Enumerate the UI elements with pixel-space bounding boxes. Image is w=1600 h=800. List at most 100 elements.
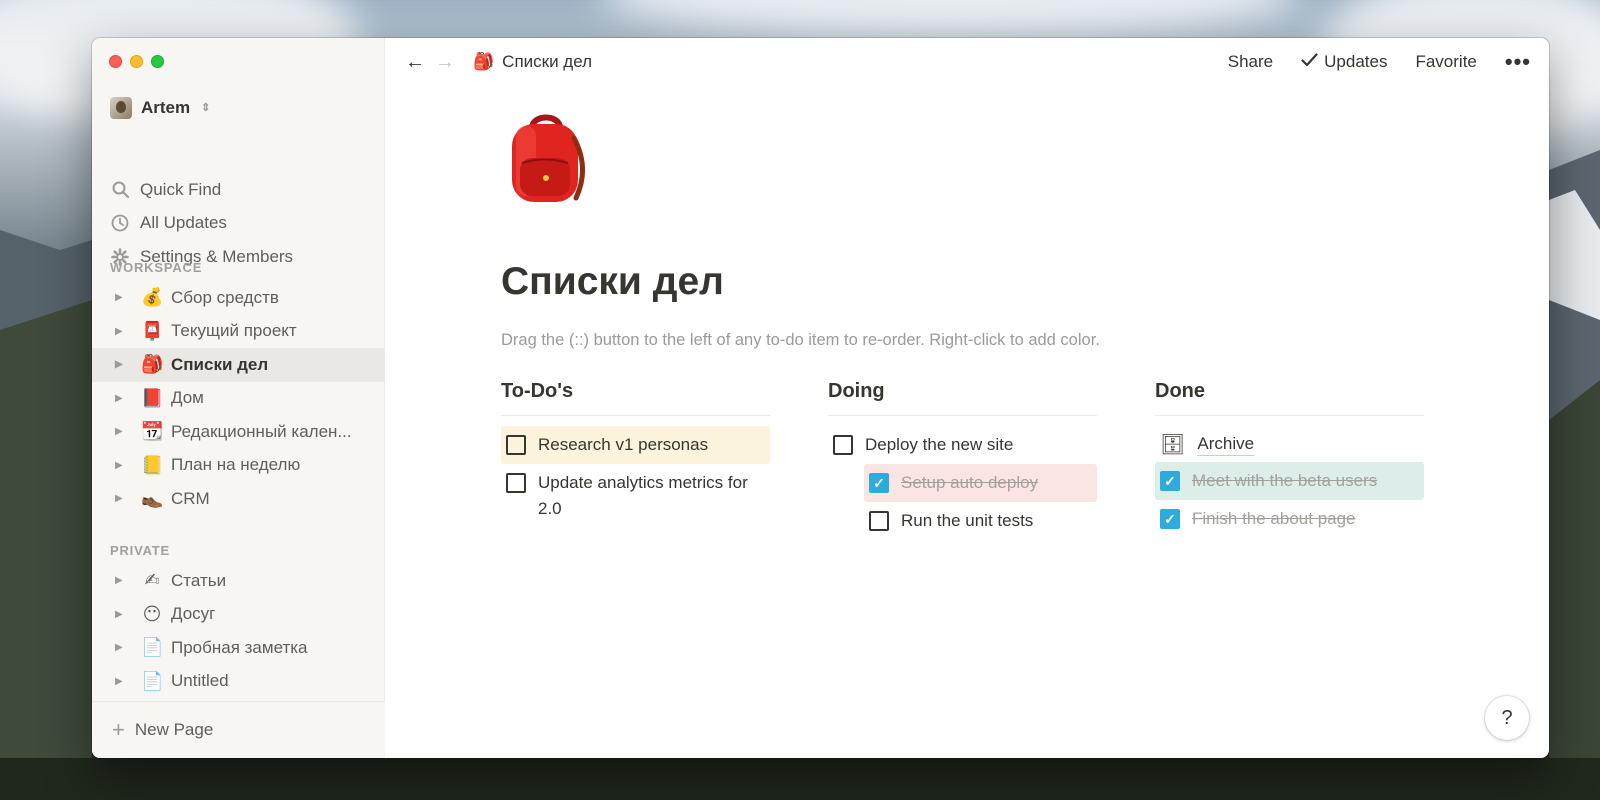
expand-triangle-icon[interactable]: ▶ [115, 393, 129, 404]
writing-hand-icon: ✍ [144, 570, 160, 592]
sidebar-item-label: CRM [171, 488, 210, 508]
todo-text[interactable]: Run the unit tests [901, 508, 1033, 534]
all-updates-button[interactable]: All Updates [110, 207, 372, 241]
forward-arrow-icon[interactable]: → [435, 52, 455, 72]
expand-triangle-icon[interactable]: ▶ [115, 676, 129, 687]
checkbox[interactable] [506, 435, 526, 455]
private-section-label: PRIVATE [110, 543, 171, 558]
workspace-name: Artem [141, 98, 191, 117]
page-backpack-icon[interactable] [502, 108, 590, 208]
new-page-button[interactable]: + New Page [92, 701, 385, 758]
file-cabinet-icon: 🗄 [1160, 432, 1186, 456]
checkbox-checked[interactable]: ✓ [869, 473, 889, 493]
document-icon: 📄 [141, 670, 164, 692]
checkbox[interactable] [869, 511, 889, 531]
postbox-icon: 📮 [141, 320, 164, 342]
todo-text[interactable]: Update analytics metrics for 2.0 [538, 470, 765, 522]
quick-find-button[interactable]: Quick Find [110, 173, 372, 207]
sidebar-item-probnaya-zametka[interactable]: ▶ 📄 Пробная заметка [92, 631, 385, 665]
document-icon: 📄 [141, 637, 164, 659]
todo-item[interactable]: ✓ Meet with the beta users [1155, 462, 1424, 500]
sidebar-item-sbor-sredstv[interactable]: ▶ 💰 Сбор средств [92, 281, 385, 315]
sidebar-item-label: Статьи [171, 570, 227, 590]
todo-columns: To-Do's Research v1 personas Update anal… [501, 380, 1424, 540]
workspace-section-label: WORKSPACE [110, 260, 203, 275]
updates-button[interactable]: Updates [1301, 52, 1387, 72]
expand-triangle-icon[interactable]: ▶ [115, 326, 129, 337]
sidebar-item-spiski-del[interactable]: ▶ 🎒 Списки дел [92, 348, 385, 382]
quick-find-label: Quick Find [140, 179, 222, 199]
column-done: Done 🗄 Archive ✓ Meet with the beta user… [1155, 380, 1424, 540]
sidebar-item-redaktsionnyy-kalendar[interactable]: ▶ 📆 Редакционный кален... [92, 415, 385, 449]
sidebar-item-label: Пробная заметка [171, 637, 308, 657]
plus-icon: + [112, 717, 125, 742]
close-window-button[interactable] [109, 55, 122, 68]
checkbox-checked[interactable]: ✓ [1160, 471, 1180, 491]
maximize-window-button[interactable] [151, 55, 164, 68]
todo-item[interactable]: Update analytics metrics for 2.0 [501, 464, 770, 528]
todo-item[interactable]: ✓ Finish the about page [1155, 500, 1424, 538]
sidebar-item-tekushiy-proekt[interactable]: ▶ 📮 Текущий проект [92, 315, 385, 349]
archive-page-link[interactable]: 🗄 Archive [1155, 426, 1424, 462]
face-icon: 😶 [142, 603, 162, 625]
favorite-button[interactable]: Favorite [1415, 52, 1476, 72]
todo-item[interactable]: Run the unit tests [864, 502, 1097, 540]
expand-triangle-icon[interactable]: ▶ [115, 292, 129, 303]
backpack-icon: 🎒 [141, 354, 164, 376]
breadcrumb-title: Списки дел [502, 52, 593, 71]
column-heading[interactable]: To-Do's [501, 380, 770, 416]
todo-text[interactable]: Setup auto deploy [901, 470, 1038, 496]
checkbox-checked[interactable]: ✓ [1160, 509, 1180, 529]
todo-text[interactable]: Deploy the new site [865, 432, 1013, 458]
todo-item[interactable]: Research v1 personas [501, 426, 770, 464]
expand-triangle-icon[interactable]: ▶ [115, 642, 129, 653]
shoe-icon: 👞 [141, 488, 164, 510]
todo-item[interactable]: ✓ Setup auto deploy [864, 464, 1097, 502]
topbar: ← → 🎒 Списки дел Share Updates Favorite … [385, 38, 1549, 86]
expand-triangle-icon[interactable]: ▶ [115, 575, 129, 586]
workspace-switcher[interactable]: Artem ⇕ [110, 97, 210, 119]
private-page-list: ▶ ✍ Статьи ▶ 😶 Досуг ▶ 📄 Пробная заметка… [92, 564, 385, 698]
sidebar-item-dosug[interactable]: ▶ 😶 Досуг [92, 598, 385, 632]
sidebar-item-stati[interactable]: ▶ ✍ Статьи [92, 564, 385, 598]
column-heading[interactable]: Doing [828, 380, 1097, 416]
topbar-actions: Share Updates Favorite ••• [1228, 38, 1531, 86]
todo-text[interactable]: Finish the about page [1192, 506, 1356, 532]
new-page-label: New Page [134, 720, 214, 739]
sidebar-item-plan-na-nedelyu[interactable]: ▶ 📒 План на неделю [92, 449, 385, 483]
more-options-button[interactable]: ••• [1505, 51, 1531, 73]
money-bag-icon: 💰 [141, 287, 164, 309]
todo-text[interactable]: Meet with the beta users [1192, 468, 1377, 494]
workspace-page-list: ▶ 💰 Сбор средств ▶ 📮 Текущий проект ▶ 🎒 … [92, 281, 385, 516]
sidebar-item-label: Досуг [171, 604, 216, 624]
red-book-icon: 📕 [141, 387, 164, 409]
expand-triangle-icon[interactable]: ▶ [115, 359, 129, 370]
archive-label: Archive [1197, 433, 1255, 456]
sidebar-item-crm[interactable]: ▶ 👞 CRM [92, 482, 385, 516]
main-content: ← → 🎒 Списки дел Share Updates Favorite … [385, 38, 1549, 758]
all-updates-label: All Updates [140, 213, 227, 233]
checkbox[interactable] [506, 473, 526, 493]
sidebar-item-untitled[interactable]: ▶ 📄 Untitled [92, 665, 385, 699]
help-button[interactable]: ? [1485, 696, 1529, 740]
column-heading[interactable]: Done [1155, 380, 1424, 416]
minimize-window-button[interactable] [130, 55, 143, 68]
column-todos: To-Do's Research v1 personas Update anal… [501, 380, 770, 540]
back-arrow-icon[interactable]: ← [405, 52, 425, 72]
checkbox[interactable] [833, 435, 853, 455]
sidebar-item-dom[interactable]: ▶ 📕 Дом [92, 382, 385, 416]
expand-triangle-icon[interactable]: ▶ [115, 460, 129, 471]
expand-triangle-icon[interactable]: ▶ [115, 493, 129, 504]
sidebar: Artem ⇕ Quick Find All Updates Settings … [92, 38, 385, 758]
share-button[interactable]: Share [1228, 52, 1273, 72]
avatar [110, 97, 132, 119]
clock-icon [110, 213, 130, 233]
page-title[interactable]: Списки дел [501, 260, 724, 304]
todo-text[interactable]: Research v1 personas [538, 432, 708, 458]
expand-triangle-icon[interactable]: ▶ [115, 609, 129, 620]
todo-item[interactable]: Deploy the new site [828, 426, 1097, 464]
page-hint-text: Drag the (::) button to the left of any … [501, 331, 1100, 349]
breadcrumb[interactable]: 🎒 Списки дел [473, 52, 592, 72]
expand-triangle-icon[interactable]: ▶ [115, 426, 129, 437]
search-icon [110, 180, 130, 200]
